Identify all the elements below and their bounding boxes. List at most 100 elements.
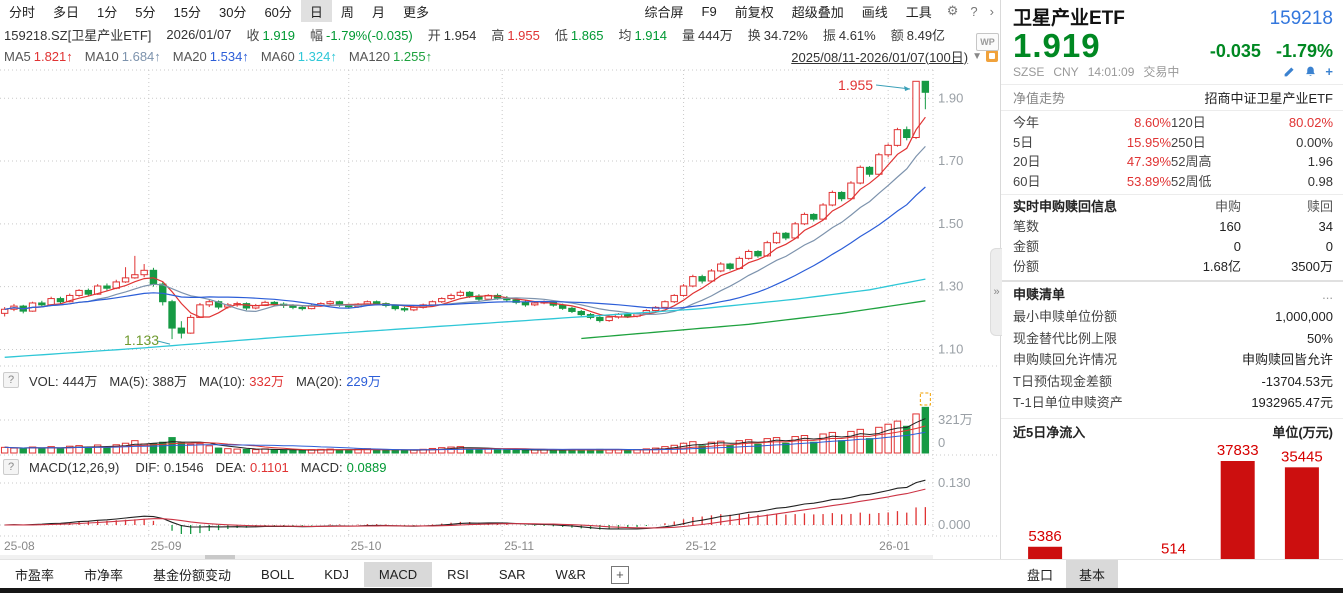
perf-value: 53.89% [1071, 172, 1171, 192]
quote-field-开: 开1.954 [428, 25, 477, 44]
add-icon[interactable]: + [1325, 64, 1333, 79]
date-range[interactable]: 2025/08/11-2026/01/07(100日) [791, 47, 968, 66]
row-value: 50% [1307, 328, 1333, 350]
x-tick-25-12: 25-12 [686, 539, 717, 553]
period-tab-1分[interactable]: 1分 [88, 0, 126, 23]
field-value: 1.955 [507, 28, 540, 43]
ma-label: MA5 [4, 49, 31, 64]
row-label: 申购赎回允许情况 [1013, 349, 1117, 371]
redemption-list: 申赎清单...最小申赎单位份额1,000,000现金替代比例上限50%申购赎回允… [1001, 282, 1343, 419]
label: MA(20): [296, 374, 342, 389]
x-tick-25-08: 25-08 [4, 539, 35, 553]
indicator-tab-RSI[interactable]: RSI [432, 562, 484, 587]
wp-badge[interactable]: WP [976, 33, 999, 51]
row-label: T-1日单位申赎资产 [1013, 392, 1123, 414]
edit-icon[interactable] [1283, 65, 1296, 78]
label: DEA: [216, 460, 246, 475]
redemption-row: T-1日单位申赎资产1932965.47元 [1013, 392, 1333, 414]
period-toolbar: 分时多日1分5分15分30分60分日周月更多 综合屏F9前复权超级叠加画线工具⚙… [0, 0, 1000, 23]
nav-label[interactable]: 净值走势 [1013, 88, 1065, 107]
ma-label: MA60 [261, 49, 295, 64]
panel-tab-基本[interactable]: 基本 [1066, 560, 1118, 589]
collapse-panel-handle[interactable]: » [990, 248, 1002, 336]
field-value: 8.49亿 [907, 28, 945, 43]
period-tab-30分[interactable]: 30分 [210, 0, 255, 23]
indicator-tab-市盈率[interactable]: 市盈率 [0, 560, 69, 589]
period-tab-分时[interactable]: 分时 [0, 0, 44, 23]
period-tab-5分[interactable]: 5分 [126, 0, 164, 23]
ma-values: MA51.821↑MA101.684↑MA201.534↑MA601.324↑M… [0, 49, 432, 64]
tool-画线[interactable]: 画线 [853, 0, 897, 23]
indicator-tab-基金份额变动[interactable]: 基金份额变动 [138, 560, 246, 589]
ma-bar: MA51.821↑MA101.684↑MA201.534↑MA601.324↑M… [0, 46, 1000, 66]
tool-综合屏[interactable]: 综合屏 [636, 0, 693, 23]
col-redeem: 赎回 [1241, 197, 1333, 217]
flow-title: 近5日净流入 [1013, 422, 1085, 443]
chevron-right-icon[interactable]: › [984, 3, 1000, 20]
help-icon[interactable]: ? [964, 3, 983, 20]
subscription-row: 份额1.68亿3500万 [1013, 257, 1333, 277]
period-tab-60分[interactable]: 60分 [255, 0, 300, 23]
perf-label: 120日 [1171, 113, 1249, 133]
period-tab-15分[interactable]: 15分 [165, 0, 210, 23]
snapshot-icon[interactable] [986, 50, 998, 62]
quote-field-换: 换34.72% [748, 25, 808, 44]
macd-MACD: MACD:0.0889 [301, 460, 387, 475]
value: 0.1101 [250, 460, 289, 475]
period-tab-多日[interactable]: 多日 [44, 0, 88, 23]
svg-text:1.90: 1.90 [938, 90, 963, 105]
row-label: T日预估现金差额 [1013, 371, 1112, 393]
quote-field-均: 均1.914 [618, 25, 667, 44]
period-tab-月[interactable]: 月 [363, 0, 394, 23]
svg-text:1.10: 1.10 [938, 341, 963, 356]
indicator-tab-BOLL[interactable]: BOLL [246, 562, 309, 587]
session-date: 2026/01/07 [166, 27, 231, 42]
subscription-row: 笔数16034 [1013, 217, 1333, 237]
tool-F9[interactable]: F9 [693, 2, 726, 21]
label: MACD(12,26,9) [29, 460, 119, 475]
flow-unit: 单位(万元) [1272, 422, 1333, 443]
value: 0.1546 [164, 460, 204, 475]
svg-text:0.130: 0.130 [938, 475, 971, 490]
quote-field-收: 收1.919 [246, 25, 295, 44]
field-value: 34.72% [764, 28, 808, 43]
indicator-tab-KDJ[interactable]: KDJ [309, 562, 364, 587]
row-label: 份额 [1013, 257, 1131, 277]
perf-row: 60日53.89%52周低0.98 [1013, 172, 1333, 192]
redemption-row: 申购赎回允许情况 申购赎回皆允许 [1013, 349, 1333, 371]
chart-region: 1.901.701.501.301.10321万00.1300.0001.955… [0, 0, 1000, 593]
subscribe-value: 160 [1131, 217, 1241, 237]
label: VOL: [29, 374, 59, 389]
alert-bell-icon[interactable] [1304, 65, 1317, 78]
chevron-down-icon[interactable]: ▼ [972, 51, 982, 62]
field-label: 幅 [310, 28, 323, 43]
quote-info-bar: 159218.SZ[卫星产业ETF]2026/01/07收1.919幅-1.79… [0, 22, 1000, 46]
ma-item-MA120: MA1201.255↑ [349, 49, 432, 64]
tool-工具[interactable]: 工具 [897, 0, 941, 23]
perf-label: 60日 [1013, 172, 1071, 192]
gear-icon[interactable]: ⚙ [941, 2, 965, 20]
panel-tab-盘口[interactable]: 盘口 [1014, 560, 1066, 589]
subscription-row: 金额00 [1013, 237, 1333, 257]
field-value: 1.954 [444, 28, 477, 43]
vol-VOL: VOL:444万 [29, 371, 97, 390]
indicator-tab-W&R[interactable]: W&R [541, 562, 601, 587]
add-indicator-button[interactable]: + [611, 566, 629, 584]
row-label: 现金替代比例上限 [1013, 328, 1117, 350]
row-value: 申购赎回皆允许 [1242, 349, 1333, 371]
period-tab-日[interactable]: 日 [301, 0, 332, 23]
x-tick-25-09: 25-09 [151, 539, 182, 553]
perf-value: 0.98 [1249, 172, 1333, 192]
toolbar-right-tools: 综合屏F9前复权超级叠加画线工具⚙?› [636, 0, 1000, 22]
indicator-tab-SAR[interactable]: SAR [484, 562, 541, 587]
indicator-tab-市净率[interactable]: 市净率 [69, 560, 138, 589]
label: MA(5): [109, 374, 148, 389]
period-tab-更多[interactable]: 更多 [394, 0, 438, 23]
help-icon[interactable]: ? [3, 372, 19, 388]
tool-前复权[interactable]: 前复权 [726, 0, 783, 23]
tool-超级叠加[interactable]: 超级叠加 [783, 0, 853, 23]
help-icon[interactable]: ? [3, 459, 19, 475]
indicator-tab-MACD[interactable]: MACD [364, 562, 432, 587]
period-tab-周[interactable]: 周 [332, 0, 363, 23]
more-button[interactable]: ... [1322, 284, 1333, 306]
